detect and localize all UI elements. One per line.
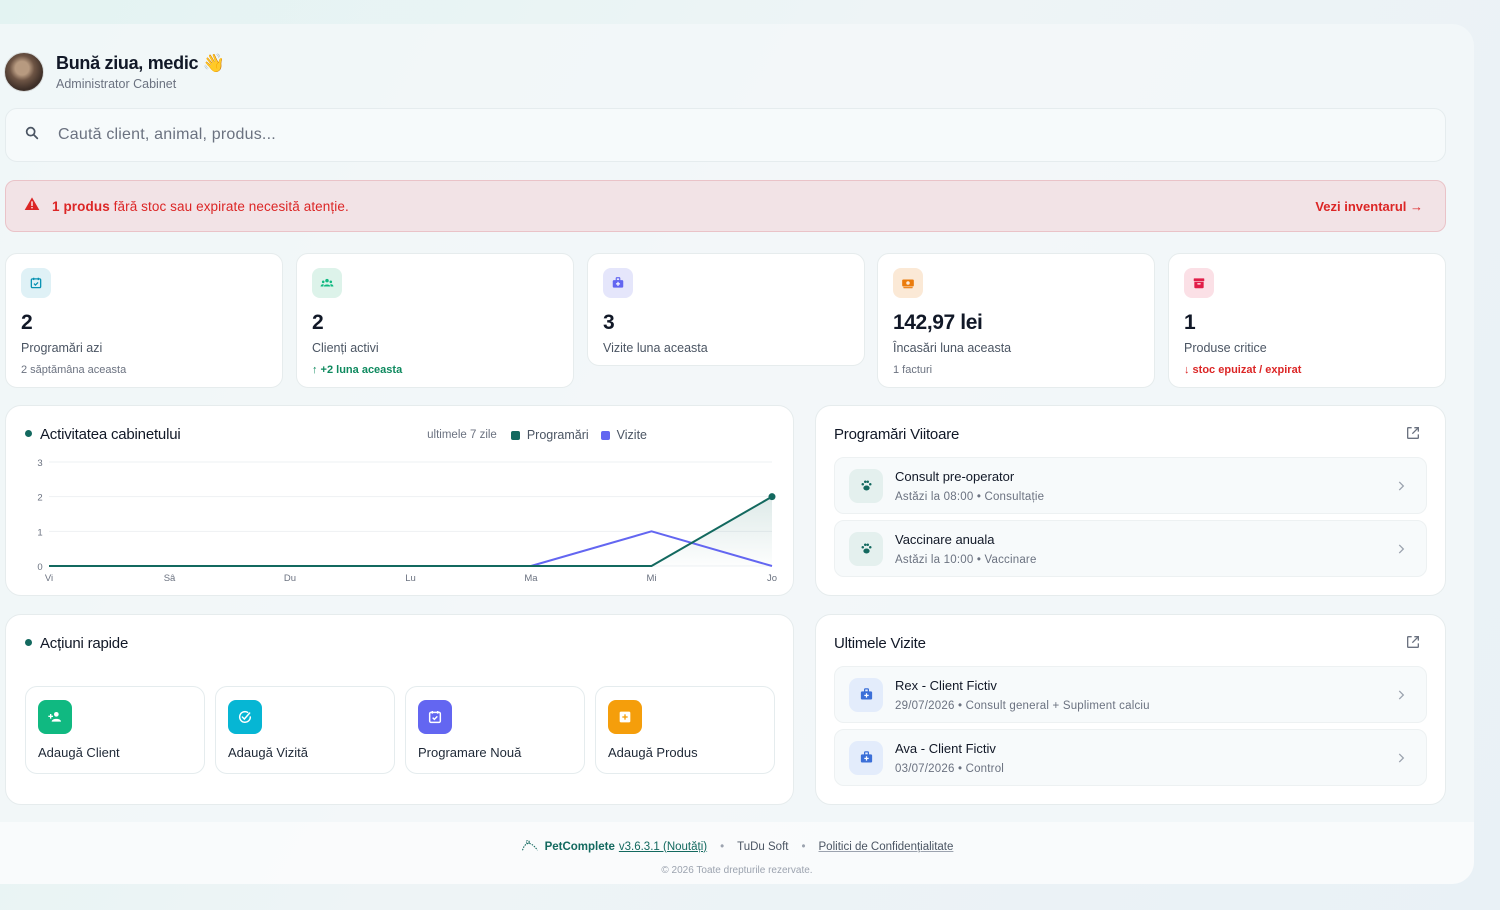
stat-label: Programări azi — [21, 341, 103, 355]
stat-card-visits[interactable]: 3 Vizite luna aceasta — [587, 253, 865, 366]
visit-item[interactable]: Ava - Client Fictiv 03/07/2026 • Control — [834, 729, 1427, 786]
chevron-right-icon — [1398, 690, 1405, 700]
stat-label: Clienți activi — [312, 341, 379, 355]
alert-count: 1 produs — [52, 198, 110, 214]
archive-icon — [1184, 268, 1214, 298]
copyright: © 2026 Toate drepturile rezervate. — [661, 865, 813, 876]
x-tick-label: Ma — [524, 573, 538, 584]
new-appointment-button[interactable]: Programare Nouă — [405, 686, 585, 774]
cash-icon — [893, 268, 923, 298]
avatar[interactable] — [4, 52, 44, 92]
open-external-icon[interactable] — [1405, 634, 1421, 650]
footer: PetComplete v3.6.3.1 (Noutăți) • TuDu So… — [0, 822, 1474, 884]
medical-bag-icon — [849, 740, 883, 775]
medical-bag-icon — [849, 677, 883, 712]
visit-meta: 29/07/2026 • Consult general + Supliment… — [895, 699, 1150, 712]
add-product-button[interactable]: Adaugă Produs — [595, 686, 775, 774]
add-box-icon — [608, 700, 642, 734]
chevron-right-icon — [1398, 544, 1405, 554]
paw-logo-icon — [521, 838, 539, 855]
y-tick-label: 2 — [37, 493, 42, 504]
visit-title: Ava - Client Fictiv — [895, 740, 996, 756]
stat-card-critical-products[interactable]: 1 Produse critice ↓ stoc epuizat / expir… — [1168, 253, 1446, 388]
appointment-meta: Astăzi la 10:00 • Vaccinare — [895, 553, 1037, 566]
activity-line-chart: 0 1 2 3 Vi Sâ Du Lu Ma Mi Jo — [37, 458, 777, 584]
paw-icon — [849, 531, 883, 566]
alert-text: fără stoc sau expirate necesită atenție. — [109, 198, 349, 214]
appointment-title: Consult pre-operator — [895, 468, 1015, 484]
quick-actions-card: Acțiuni rapide Adaugă Client Adaugă Vizi… — [5, 614, 794, 805]
stat-card-clients[interactable]: 2 Clienți activi ↑ +2 luna aceasta — [296, 253, 574, 388]
stock-alert: 1 produs fără stoc sau expirate necesită… — [5, 180, 1446, 232]
add-visit-button[interactable]: Adaugă Vizită — [215, 686, 395, 774]
stat-value: 142,97 lei — [893, 311, 983, 334]
user-role: Administrator Cabinet — [56, 77, 177, 91]
activity-card: Activitatea cabinetului ultimele 7 zile … — [5, 405, 794, 596]
greeting-title: Bună ziua, medic 👋 — [56, 53, 226, 73]
add-client-button[interactable]: Adaugă Client — [25, 686, 205, 774]
search-input[interactable] — [58, 126, 1358, 144]
upcoming-title: Programări Viitoare — [834, 426, 960, 443]
alert-message: 1 produs fără stoc sau expirate necesită… — [52, 199, 349, 214]
visit-meta: 03/07/2026 • Control — [895, 762, 1005, 775]
action-label: Adaugă Client — [38, 745, 120, 760]
stat-value: 2 — [21, 311, 33, 334]
stat-label: Vizite luna aceasta — [603, 341, 708, 355]
stat-value: 2 — [312, 311, 324, 334]
y-tick-label: 1 — [37, 527, 42, 538]
stat-note: 2 săptămâna aceasta — [21, 364, 127, 376]
action-label: Adaugă Vizită — [228, 745, 308, 760]
appointment-item[interactable]: Consult pre-operator Astăzi la 08:00 • C… — [834, 457, 1427, 514]
x-tick-label: Vi — [45, 573, 53, 584]
view-inventory-link[interactable]: Vezi inventarul → — [1315, 199, 1423, 214]
recent-visits-card: Ultimele Vizite Rex - Client Fictiv 29/0… — [815, 614, 1446, 805]
users-icon — [312, 268, 342, 298]
quick-actions-title: Acțiuni rapide — [25, 635, 128, 652]
stat-card-appointments[interactable]: 2 Programări azi 2 săptămâna aceasta — [5, 253, 283, 388]
warning-icon — [24, 196, 40, 217]
x-tick-label: Jo — [767, 573, 777, 584]
search-bar[interactable] — [5, 108, 1446, 162]
recent-visits-title: Ultimele Vizite — [834, 635, 926, 652]
action-label: Programare Nouă — [418, 745, 522, 760]
version-link[interactable]: v3.6.3.1 (Noutăți) — [619, 841, 707, 853]
footer-company: TuDu Soft — [737, 840, 789, 853]
y-tick-label: 3 — [37, 458, 42, 469]
check-badge-icon — [228, 700, 262, 734]
chevron-right-icon — [1398, 481, 1405, 491]
stat-label: Produse critice — [1184, 341, 1267, 355]
footer-brand: PetComplete — [544, 840, 615, 853]
stat-note: ↑ +2 luna aceasta — [312, 364, 403, 376]
programari-data-point — [768, 493, 776, 501]
stat-label: Încasări luna aceasta — [893, 341, 1012, 355]
appointment-title: Vaccinare anuala — [895, 531, 995, 547]
stat-note: ↓ stoc epuizat / expirat — [1184, 364, 1302, 376]
medical-bag-icon — [603, 268, 633, 298]
stat-note: 1 facturi — [893, 364, 933, 376]
calendar-icon — [418, 700, 452, 734]
stat-value: 1 — [1184, 311, 1196, 334]
chevron-right-icon — [1398, 753, 1405, 763]
open-external-icon[interactable] — [1405, 425, 1421, 441]
action-label: Adaugă Produs — [608, 745, 698, 760]
user-plus-icon — [38, 700, 72, 734]
x-tick-label: Sâ — [164, 573, 176, 584]
x-tick-label: Mi — [646, 573, 656, 584]
visit-item[interactable]: Rex - Client Fictiv 29/07/2026 • Consult… — [834, 666, 1427, 723]
visit-title: Rex - Client Fictiv — [895, 677, 997, 693]
x-tick-label: Lu — [405, 573, 416, 584]
search-icon — [24, 125, 40, 146]
appointment-meta: Astăzi la 08:00 • Consultație — [895, 490, 1045, 503]
upcoming-appointments-card: Programări Viitoare Consult pre-operator… — [815, 405, 1446, 596]
privacy-policy-link[interactable]: Politici de Confidențialitate — [819, 841, 954, 853]
x-tick-label: Du — [284, 573, 296, 584]
paw-icon — [849, 468, 883, 503]
stat-value: 3 — [603, 311, 615, 334]
user-greeting: Bună ziua, medic 👋 Administrator Cabinet — [4, 52, 225, 92]
stat-card-income[interactable]: 142,97 lei Încasări luna aceasta 1 factu… — [877, 253, 1155, 388]
y-tick-label: 0 — [37, 562, 42, 573]
appointment-item[interactable]: Vaccinare anuala Astăzi la 10:00 • Vacci… — [834, 520, 1427, 577]
calendar-check-icon — [21, 268, 51, 298]
